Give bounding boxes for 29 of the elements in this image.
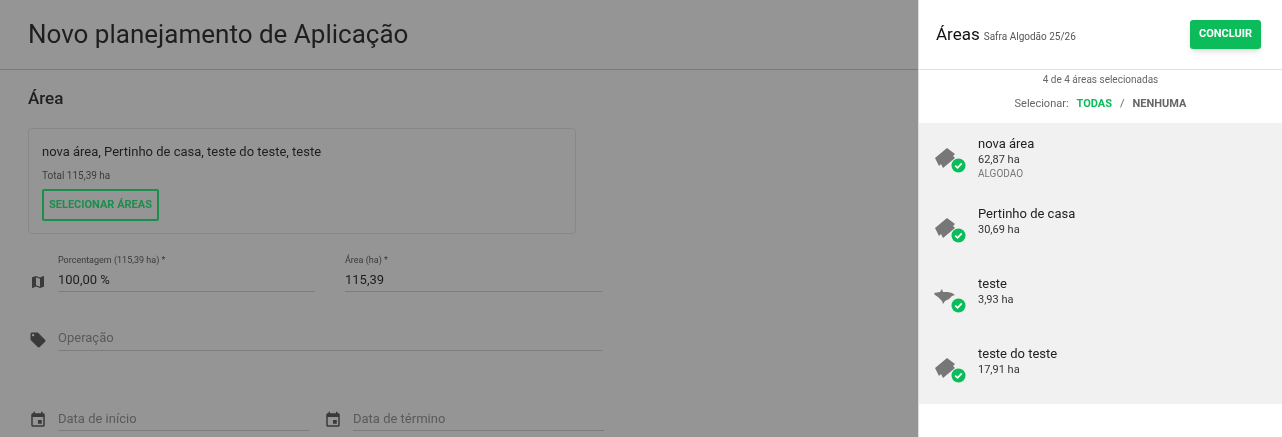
- area-size: 62,87 ha: [978, 153, 1021, 167]
- calendar-icon: [29, 411, 47, 429]
- area-item[interactable]: teste 3,93 ha: [919, 263, 1282, 333]
- select-label: Selecionar:: [1014, 95, 1069, 112]
- area-size: 30,69 ha: [978, 223, 1021, 237]
- panel-subtitle: Safra Algodão 25/26: [983, 29, 1076, 44]
- calendar-icon: [324, 411, 342, 429]
- total-text: Total 115,39 ha: [42, 169, 112, 183]
- panel-title: Áreas: [936, 22, 980, 46]
- map-icon: [30, 274, 46, 290]
- area-item[interactable]: nova área 62,87 ha ALGODAO: [919, 123, 1282, 193]
- area-item[interactable]: Pertinho de casa 30,69 ha: [919, 193, 1282, 263]
- area-size: 17,91 ha: [978, 363, 1021, 377]
- area-name: Pertinho de casa: [978, 206, 1076, 222]
- select-option-link[interactable]: NENHUMA: [1132, 95, 1187, 113]
- section-heading: Área: [28, 87, 65, 110]
- separator: /: [1120, 95, 1125, 112]
- area-item[interactable]: teste do teste 17,91 ha: [919, 333, 1282, 403]
- tag-icon: [29, 330, 47, 349]
- crop-label: ALGODAO: [978, 167, 1025, 180]
- area-size: 3,93 ha: [978, 293, 1014, 307]
- selected-areas-text: nova área, Pertinho de casa, teste do teste, teste: [42, 142, 323, 161]
- area-name: teste: [978, 276, 1008, 292]
- area-name: teste do teste: [978, 346, 1058, 362]
- area-name: nova área: [978, 136, 1035, 152]
- page-title: Novo planejamento de Aplicação: [28, 18, 409, 51]
- input-field[interactable]: Porcentagem (115,39 ha) * 100,00 %: [58, 254, 315, 292]
- selection-count: 4 de 4 áreas selecionadas: [1041, 73, 1160, 87]
- input-field[interactable]: Área (ha) * 115,39: [345, 254, 602, 292]
